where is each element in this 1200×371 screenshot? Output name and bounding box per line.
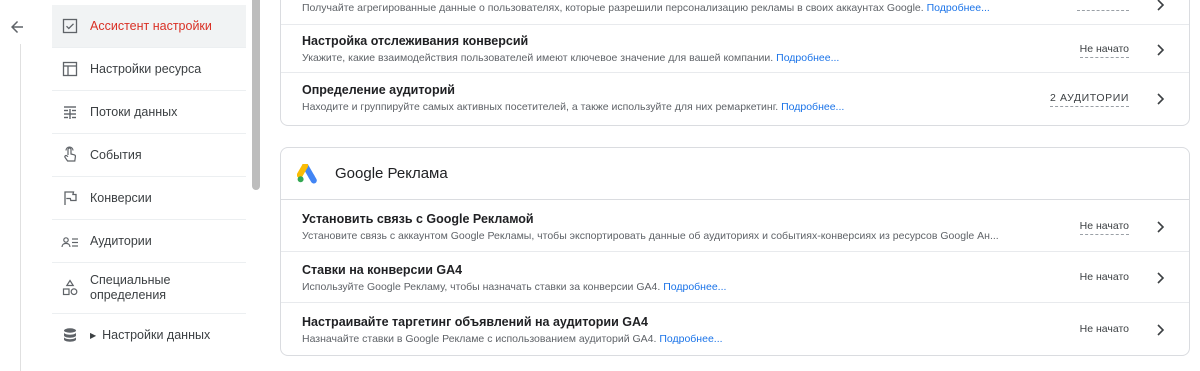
property-icon	[60, 59, 80, 79]
left-rail	[0, 0, 40, 371]
sidebar-item-property-settings[interactable]: Настройки ресурса	[52, 48, 246, 90]
sidebar-item-label: Аудитории	[90, 234, 152, 248]
card-header: Google Реклама	[281, 148, 1189, 200]
learn-more-link[interactable]: Подробнее...	[776, 52, 839, 64]
status-badge: Не начато	[1079, 220, 1129, 235]
row-title: Ставки на конверсии GA4	[302, 263, 463, 277]
sidebar-item-label: Настройки данных	[102, 328, 211, 342]
chevron-right-icon	[1157, 44, 1165, 56]
sidebar-item-conversions[interactable]: Конверсии	[52, 177, 246, 219]
google-ads-logo-icon	[297, 163, 317, 183]
learn-more-link[interactable]: Подробнее...	[663, 281, 726, 293]
touch-icon	[60, 145, 80, 165]
admin-sidebar: Ассистент настройки Настройки ресурса По…	[52, 0, 248, 371]
chevron-right-icon	[1157, 221, 1165, 233]
row-description: Назначайте ставки в Google Рекламе с исп…	[302, 333, 723, 345]
rail-divider	[20, 44, 21, 371]
back-button[interactable]	[4, 14, 30, 40]
expand-arrow-icon: ▶	[90, 330, 97, 340]
setup-card-top: Получайте агрегированные данные о пользо…	[280, 0, 1190, 126]
row-title: Настраивайте таргетинг объявлений на ауд…	[302, 315, 648, 329]
sidebar-item-label: Конверсии	[90, 191, 152, 205]
shapes-icon	[60, 278, 80, 298]
sidebar-item-label: Настройки ресурса	[90, 62, 202, 76]
chevron-right-icon	[1157, 93, 1165, 105]
sidebar-item-label: Потоки данных	[90, 105, 178, 119]
audience-icon	[60, 231, 80, 251]
row-description: Укажите, какие взаимодействия пользовате…	[302, 52, 840, 64]
chevron-right-icon	[1157, 0, 1165, 11]
google-ads-card: Google Реклама Установить связь с Google…	[280, 147, 1190, 356]
row-title: Определение аудиторий	[302, 83, 455, 97]
row-description: Получайте агрегированные данные о пользо…	[302, 2, 990, 14]
learn-more-link[interactable]: Подробнее...	[781, 101, 844, 113]
learn-more-link[interactable]: Подробнее...	[659, 333, 722, 345]
row-title: Установить связь с Google Рекламой	[302, 212, 534, 226]
sidebar-item-data-streams[interactable]: Потоки данных	[52, 91, 246, 133]
chevron-right-icon	[1157, 272, 1165, 284]
database-icon	[60, 325, 80, 345]
learn-more-link[interactable]: Подробнее...	[927, 2, 990, 14]
chevron-right-icon	[1157, 324, 1165, 336]
setup-row-audiences[interactable]: Определение аудиторий Находите и группир…	[281, 73, 1189, 125]
sidebar-item-custom-definitions[interactable]: Специальные определения	[52, 263, 246, 313]
sidebar-item-label: Ассистент настройки	[90, 19, 212, 33]
sidebar-item-label: События	[90, 148, 142, 162]
setup-row-conversions[interactable]: Настройка отслеживания конверсий Укажите…	[281, 25, 1189, 72]
row-description: Находите и группируйте самых активных по…	[302, 101, 845, 113]
row-description: Установите связь с аккаунтом Google Рекл…	[302, 230, 999, 242]
data-streams-icon	[60, 102, 80, 122]
row-description: Используйте Google Рекламу, чтобы назнач…	[302, 281, 727, 293]
status-badge: 2 АУДИТОРИИ	[1050, 92, 1129, 107]
row-title: Настройка отслеживания конверсий	[302, 34, 529, 48]
setup-row-ga4-bidding[interactable]: Ставки на конверсии GA4 Используйте Goog…	[281, 252, 1189, 302]
arrow-back-icon	[11, 21, 23, 33]
sidebar-item-label: Специальные определения	[90, 273, 171, 302]
setup-assistant-page: Ассистент настройки Настройки ресурса По…	[0, 0, 1200, 371]
status-badge: Не начато	[1079, 271, 1129, 283]
sidebar-item-setup-assistant[interactable]: Ассистент настройки	[52, 5, 246, 47]
status-badge	[1077, 1, 1129, 11]
checkbox-icon	[60, 16, 80, 36]
setup-row-link-google-ads[interactable]: Установить связь с Google Рекламой Устан…	[281, 201, 1189, 251]
status-badge: Не начато	[1079, 323, 1129, 335]
status-badge: Не начато	[1079, 43, 1129, 58]
sidebar-item-data-settings[interactable]: ▶ Настройки данных	[52, 314, 246, 356]
flag-icon	[60, 188, 80, 208]
sidebar-scrollbar[interactable]	[252, 0, 260, 190]
sidebar-item-events[interactable]: События	[52, 134, 246, 176]
card-title: Google Реклама	[335, 165, 448, 182]
setup-row-google-signals[interactable]: Получайте агрегированные данные о пользо…	[281, 0, 1189, 24]
setup-row-ga4-audience-targeting[interactable]: Настраивайте таргетинг объявлений на ауд…	[281, 303, 1189, 355]
sidebar-item-audiences[interactable]: Аудитории	[52, 220, 246, 262]
